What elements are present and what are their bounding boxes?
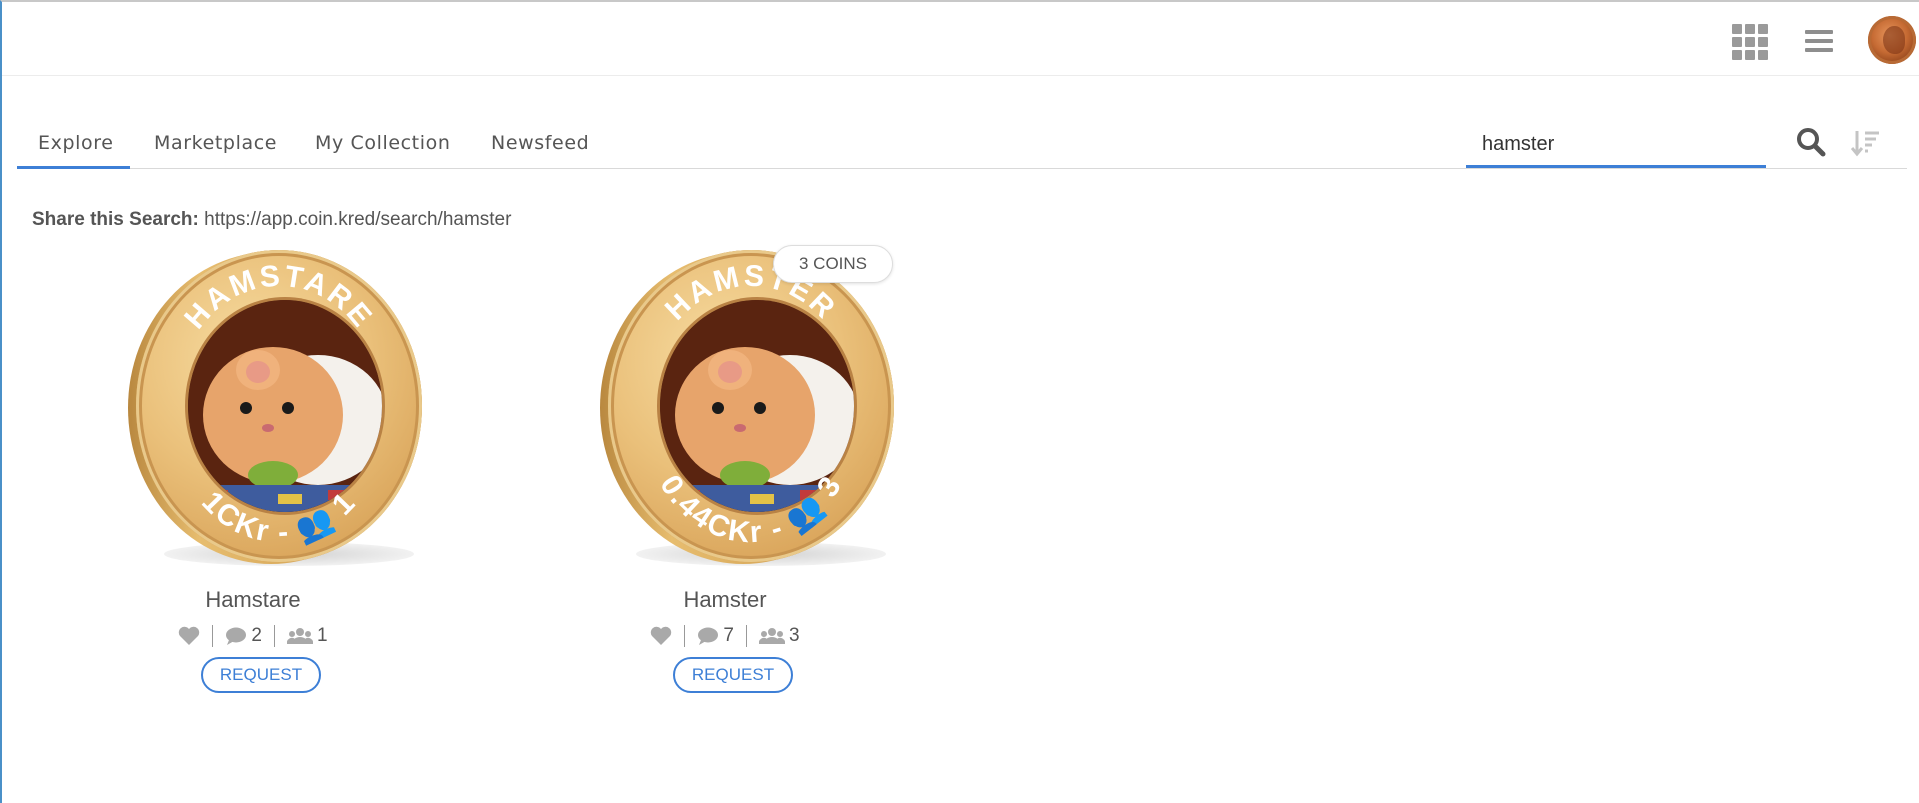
svg-text:HAMSTARE: HAMSTARE	[178, 259, 379, 335]
coin-card[interactable]: HAMSTARE 1CKr - 👥 1 Hamstare 2 1 REQUEST	[88, 250, 422, 700]
hamburger-menu-icon[interactable]	[1803, 27, 1835, 55]
coin-stats: 2 1	[88, 625, 418, 647]
holders-stat[interactable]: 1	[287, 625, 328, 647]
comment-icon	[226, 627, 247, 645]
coin-image[interactable]: HAMSTER 0.44CKr - 👥 3	[600, 250, 900, 570]
coin-ring-text: HAMSTARE 1CKr - 👥 1	[178, 259, 379, 549]
search-input[interactable]	[1466, 124, 1766, 168]
coin-name[interactable]: Hamster	[560, 587, 890, 613]
share-label: Share this Search:	[32, 209, 199, 230]
coin-ring-value: 0.44CKr -	[653, 469, 798, 549]
tab-explore[interactable]: Explore	[38, 132, 114, 154]
search-icon[interactable]	[1795, 126, 1827, 158]
request-button[interactable]: REQUEST	[673, 657, 793, 693]
nav-divider	[17, 168, 1907, 169]
comment-count: 2	[251, 625, 262, 646]
tab-newsfeed[interactable]: Newsfeed	[491, 132, 589, 154]
active-tab-indicator	[17, 166, 130, 169]
share-url[interactable]: https://app.coin.kred/search/hamster	[204, 209, 511, 230]
holder-count: 3	[789, 625, 800, 646]
holders-stat[interactable]: 3	[759, 625, 800, 647]
svg-text:1CKr - 👥 1: 1CKr - 👥 1	[195, 485, 362, 549]
users-icon	[759, 628, 785, 644]
coin-ring-text: HAMSTER 0.44CKr - 👥 3	[653, 260, 848, 550]
comment-count: 7	[723, 625, 734, 646]
comments-stat[interactable]: 7	[697, 625, 734, 647]
coin-ring-title: HAMSTARE	[178, 259, 379, 335]
coin-card[interactable]: HAMSTER 0.44CKr - 👥 3 Hamster 7 3 REQUES…	[560, 250, 894, 700]
top-bar	[2, 2, 1919, 76]
user-avatar[interactable]	[1868, 16, 1916, 64]
users-icon	[287, 628, 313, 644]
tab-my-collection[interactable]: My Collection	[315, 132, 450, 154]
coin-image[interactable]: HAMSTARE 1CKr - 👥 1	[128, 250, 428, 570]
like-icon[interactable]	[178, 626, 200, 646]
coin-stats: 7 3	[560, 625, 890, 647]
holder-count: 1	[317, 625, 328, 646]
like-icon[interactable]	[650, 626, 672, 646]
tab-marketplace[interactable]: Marketplace	[154, 132, 277, 154]
comment-icon	[698, 627, 719, 645]
coin-name[interactable]: Hamstare	[88, 587, 418, 613]
apps-grid-icon[interactable]	[1730, 22, 1768, 60]
comments-stat[interactable]: 2	[225, 625, 262, 647]
request-button[interactable]: REQUEST	[201, 657, 321, 693]
coin-ring-value: 1CKr -	[195, 485, 302, 549]
sort-icon[interactable]	[1850, 128, 1881, 158]
svg-text:0.44CKr - 👥 3: 0.44CKr - 👥 3	[653, 469, 848, 549]
coin-count-badge[interactable]: 3 COINS	[773, 245, 893, 283]
share-search: Share this Search: https://app.coin.kred…	[32, 209, 511, 231]
